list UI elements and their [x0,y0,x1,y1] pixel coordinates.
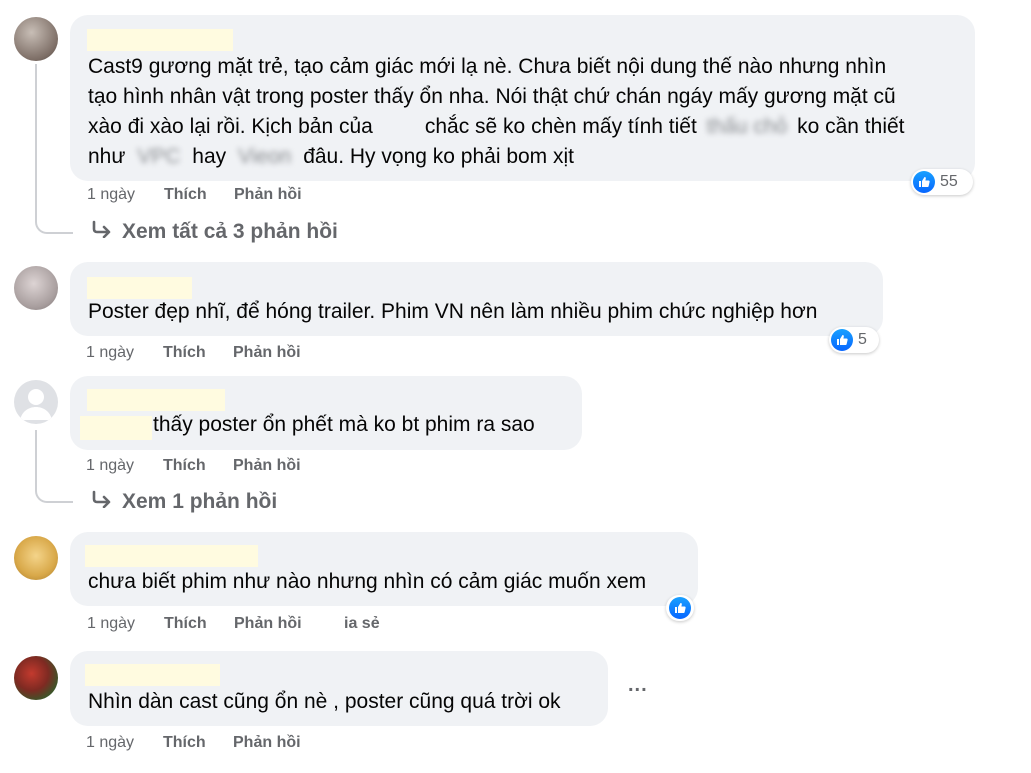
like-icon [669,597,691,619]
reply-button[interactable]: Phản hồi [234,615,302,633]
like-button[interactable]: Thích [164,186,207,204]
comment-meta: 1 ngày Thích Phản hồi [86,344,346,364]
view-replies-button[interactable]: Xem tất cả 3 phản hồi [90,220,338,244]
comment-text: xào đi xào lại rồi. Kịch bản của chắc sẽ … [88,112,905,142]
view-replies-button[interactable]: Xem 1 phản hồi [90,490,277,514]
timestamp[interactable]: 1 ngày [86,457,134,475]
comment-text: thấy poster ổn phết mà ko bt phim ra sao [153,413,535,436]
comment-meta: 1 ngày Thích Phản hồi [86,457,346,477]
reply-button[interactable]: Phản hồi [234,186,302,204]
reply-button[interactable]: Phản hồi [233,344,301,362]
reaction-number: 55 [940,173,958,190]
view-replies-label: Xem 1 phản hồi [122,490,278,513]
comment-meta: 1 ngày Thích Phản hồi ia sẻ [87,615,407,635]
comment-text-part: như [88,145,126,168]
like-button[interactable]: Thích [163,734,206,752]
avatar[interactable] [14,380,58,424]
view-replies-label: Xem tất cả 3 phản hồi [122,220,338,243]
comment-text-part: đâu. Hy vọng ko phải bom xịt [303,145,575,168]
comment-meta: 1 ngày Thích Phản hồi [87,186,347,206]
like-button[interactable]: Thích [164,615,207,633]
thread-line [35,430,37,455]
reply-button[interactable]: Phản hồi [233,734,301,752]
blurred-text: Vieon [238,145,292,168]
share-button[interactable]: ia sẻ [344,615,380,633]
blurred-text: VPC [137,145,181,168]
reaction-number: 5 [858,331,867,348]
comment-meta: 1 ngày Thích Phản hồi [86,734,346,754]
timestamp[interactable]: 1 ngày [86,734,134,752]
comment-text: tạo hình nhân vật trong poster thấy ổn n… [88,85,896,108]
comment-text: Nhìn dàn cast cũng ổn nè , poster cũng q… [88,690,561,713]
thread-line [35,64,37,184]
reply-arrow-icon [90,220,112,244]
like-icon [831,329,853,351]
comment-text: Poster đẹp nhĩ, để hóng trailer. Phim VN… [88,300,818,323]
reply-button[interactable]: Phản hồi [233,457,301,475]
timestamp[interactable]: 1 ngày [87,186,135,204]
author-name[interactable] [87,389,225,411]
timestamp[interactable]: 1 ngày [87,615,135,633]
comment-text: như VPC hay Vieon đâu. Hy vọng ko phải b… [88,142,574,172]
author-name[interactable] [85,545,258,567]
thread-connector [35,455,73,503]
author-name[interactable] [87,277,192,299]
like-button[interactable]: Thích [163,344,206,362]
avatar[interactable] [14,266,58,310]
like-button[interactable]: Thích [163,457,206,475]
avatar[interactable] [14,656,58,700]
blurred-text: thấu chỏ [706,115,788,138]
avatar[interactable] [14,536,58,580]
default-avatar-icon [20,389,52,420]
comment-text-part: hay [192,145,227,168]
avatar[interactable] [14,17,58,61]
reaction-count[interactable] [666,595,694,621]
author-name[interactable] [87,29,233,51]
like-icon [913,171,935,193]
reply-arrow-icon [90,490,112,514]
redacted-text [80,416,152,440]
comment-text: Cast9 gương mặt trẻ, tạo cảm giác mới lạ… [88,55,887,78]
more-options-icon[interactable]: ... [628,674,648,697]
comment-text-part: ko cần thiết [797,115,905,138]
thread-connector [35,184,73,234]
comment-text-part: xào đi xào lại rồi. Kịch bản của [88,115,373,138]
reaction-count[interactable]: 5 [829,327,879,353]
timestamp[interactable]: 1 ngày [86,344,134,362]
comment-text-part: chắc sẽ ko chèn mấy tính tiết [424,115,697,138]
author-name[interactable] [85,664,220,686]
comment-text: chưa biết phim như nào nhưng nhìn có cảm… [88,570,647,593]
reaction-count[interactable]: 55 [911,169,973,195]
